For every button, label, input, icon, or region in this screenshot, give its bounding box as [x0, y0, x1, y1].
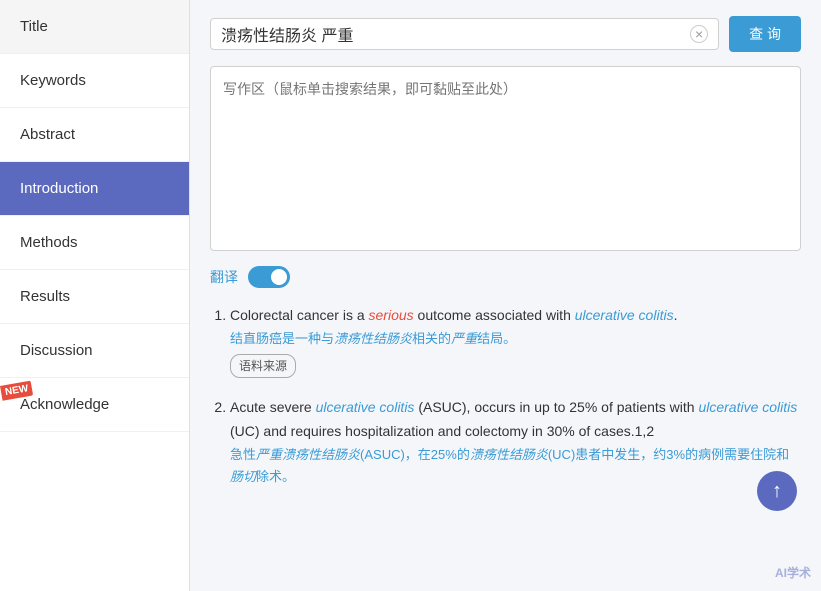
- sidebar-item-label: Title: [20, 18, 48, 35]
- writing-area[interactable]: [210, 66, 801, 251]
- clear-button[interactable]: ×: [690, 25, 708, 43]
- sidebar-item-label: Methods: [20, 234, 78, 251]
- results-list: Colorectal cancer is a serious outcome a…: [210, 304, 801, 488]
- scroll-up-button[interactable]: ↑: [757, 471, 797, 511]
- sidebar-item-label: Discussion: [20, 342, 93, 359]
- scroll-up-icon: ↑: [772, 480, 782, 503]
- keyword-serious: serious: [369, 307, 414, 323]
- source-badge-1[interactable]: 语料来源: [230, 354, 296, 378]
- toggle-knob: [271, 269, 287, 285]
- search-input-wrapper: ×: [210, 18, 719, 50]
- main-content: × 查 询 翻译 Colorectal cancer is a serious …: [190, 0, 821, 591]
- sidebar-item-methods[interactable]: Methods: [0, 216, 189, 270]
- search-input[interactable]: [221, 25, 690, 43]
- sidebar-item-label: Abstract: [20, 126, 75, 143]
- cn-keyword-2: 严重: [451, 331, 477, 346]
- keyword-uc-1: ulcerative colitis: [575, 307, 674, 323]
- sidebar-item-abstract[interactable]: Abstract: [0, 108, 189, 162]
- result-cn-text-1: 结直肠癌是一种与溃疡性结肠炎相关的严重结局。: [230, 328, 801, 350]
- result-cn-text-2: 急性严重溃疡性结肠炎(ASUC)，在25%的溃疡性结肠炎(UC)患者中发生，约3…: [230, 444, 801, 488]
- cn-keyword-3: 严重溃疡性结肠炎: [256, 447, 360, 462]
- result-item-2[interactable]: Acute severe ulcerative colitis (ASUC), …: [230, 396, 801, 488]
- translate-toggle[interactable]: [248, 266, 290, 288]
- query-button[interactable]: 查 询: [729, 16, 801, 52]
- result-en-text-2: Acute severe ulcerative colitis (ASUC), …: [230, 399, 797, 439]
- cn-keyword-5: 肠切: [230, 469, 256, 484]
- cn-keyword-4: 溃疡性结肠炎: [470, 447, 548, 462]
- sidebar-item-label: Introduction: [20, 180, 98, 197]
- sidebar-item-acknowledge[interactable]: NEW Acknowledge: [0, 378, 189, 432]
- sidebar-item-introduction[interactable]: Introduction: [0, 162, 189, 216]
- keyword-uc-2a: ulcerative colitis: [316, 399, 415, 415]
- watermark: AI学术: [775, 564, 811, 581]
- translate-row: 翻译: [210, 266, 801, 288]
- result-en-text-1: Colorectal cancer is a serious outcome a…: [230, 307, 677, 323]
- sidebar-item-label: Acknowledge: [20, 396, 109, 413]
- sidebar-item-results[interactable]: Results: [0, 270, 189, 324]
- sidebar-item-label: Keywords: [20, 72, 86, 89]
- search-bar: × 查 询: [210, 16, 801, 52]
- sidebar: Title Keywords Abstract Introduction Met…: [0, 0, 190, 591]
- sidebar-item-label: Results: [20, 288, 70, 305]
- cn-keyword-1: 溃疡性结肠炎: [334, 331, 412, 346]
- translate-label: 翻译: [210, 267, 238, 287]
- sidebar-item-keywords[interactable]: Keywords: [0, 54, 189, 108]
- keyword-uc-2b: ulcerative colitis: [698, 399, 797, 415]
- sidebar-item-discussion[interactable]: Discussion: [0, 324, 189, 378]
- sidebar-item-title[interactable]: Title: [0, 0, 189, 54]
- result-item-1[interactable]: Colorectal cancer is a serious outcome a…: [230, 304, 801, 378]
